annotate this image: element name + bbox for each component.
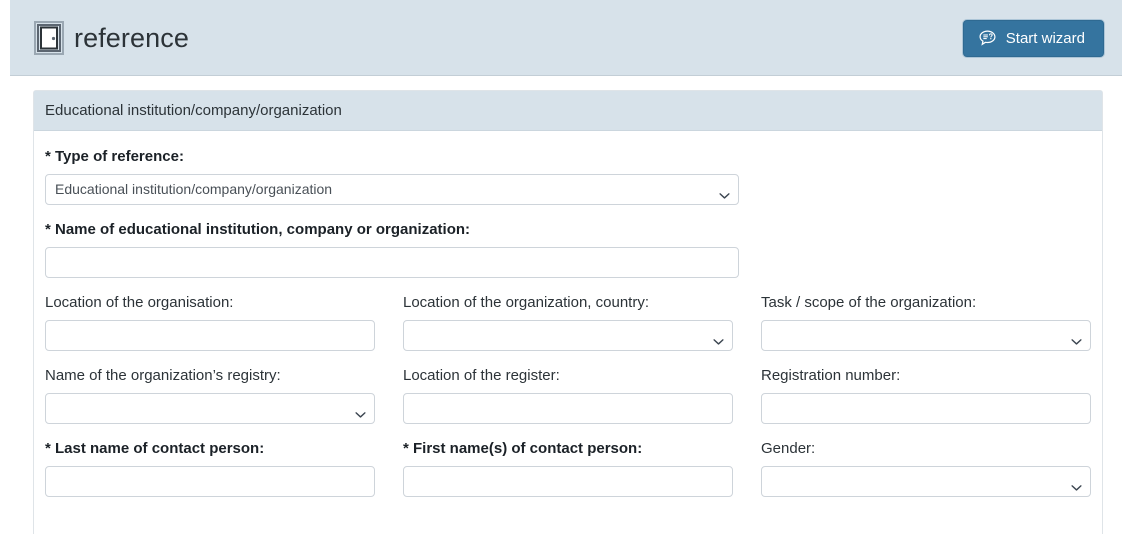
door-icon [32,20,66,56]
first-name-input[interactable] [403,466,733,497]
name-of-institution-input[interactable] [45,247,739,278]
field-label-type-of-reference: * Type of reference: [45,148,184,165]
field-registration-number: Registration number: [761,366,1091,424]
application-window: reference Start wizard Educational insti… [0,0,1132,534]
field-label-last-name: * Last name of contact person: [45,440,265,457]
gender-select[interactable] [761,466,1091,497]
page-header: reference Start wizard [10,0,1122,76]
register-location-input[interactable] [403,393,733,424]
field-register-location: Location of the register: [403,366,733,424]
field-label-registry-name: Name of the organization’s registry: [45,367,281,384]
field-label-register-location: Location of the register: [403,367,560,384]
last-name-input[interactable] [45,466,375,497]
form-row-registry: Name of the organization’s registry: Loc… [45,366,1091,424]
field-label-first-name: * First name(s) of contact person: [403,440,643,457]
field-registry-name: Name of the organization’s registry: [45,366,375,424]
field-gender: Gender: [761,439,1091,497]
field-location-of-organisation: Location of the organisation: [45,293,375,351]
location-of-organisation-input[interactable] [45,320,375,351]
page-title: reference [74,23,189,53]
registry-name-select-wrapper [45,393,375,424]
reference-form-panel: Educational institution/company/organiza… [33,90,1103,534]
form-row-contact-person: * Last name of contact person: * First n… [45,439,1091,497]
field-task-scope: Task / scope of the organization: [761,293,1091,351]
field-label-gender: Gender: [761,440,816,457]
field-first-name: * First name(s) of contact person: [403,439,733,497]
speech-bubble-question-icon [978,29,997,48]
field-label-location-country: Location of the organization, country: [403,294,649,311]
location-country-select-wrapper [403,320,733,351]
field-label-location-of-organisation: Location of the organisation: [45,294,234,311]
type-of-reference-select[interactable]: Educational institution/company/organiza… [45,174,739,205]
panel-section-title: Educational institution/company/organiza… [45,102,342,119]
task-scope-select-wrapper [761,320,1091,351]
field-location-country: Location of the organization, country: [403,293,733,351]
field-label-task-scope: Task / scope of the organization: [761,294,977,311]
registry-name-select[interactable] [45,393,375,424]
start-wizard-button[interactable]: Start wizard [962,20,1104,57]
panel-header: Educational institution/company/organiza… [34,91,1102,131]
field-name-of-institution: * Name of educational institution, compa… [45,220,739,278]
location-country-select[interactable] [403,320,733,351]
panel-body: * Type of reference: Educational institu… [34,131,1102,522]
registration-number-input[interactable] [761,393,1091,424]
form-row-location: Location of the organisation: Location o… [45,293,1091,351]
field-last-name: * Last name of contact person: [45,439,375,497]
type-of-reference-select-wrapper: Educational institution/company/organiza… [45,174,739,205]
task-scope-select[interactable] [761,320,1091,351]
field-label-registration-number: Registration number: [761,367,901,384]
field-label-name-of-institution: * Name of educational institution, compa… [45,221,471,238]
field-type-of-reference: * Type of reference: Educational institu… [45,147,739,205]
start-wizard-label: Start wizard [1005,30,1085,47]
gender-select-wrapper [761,466,1091,497]
